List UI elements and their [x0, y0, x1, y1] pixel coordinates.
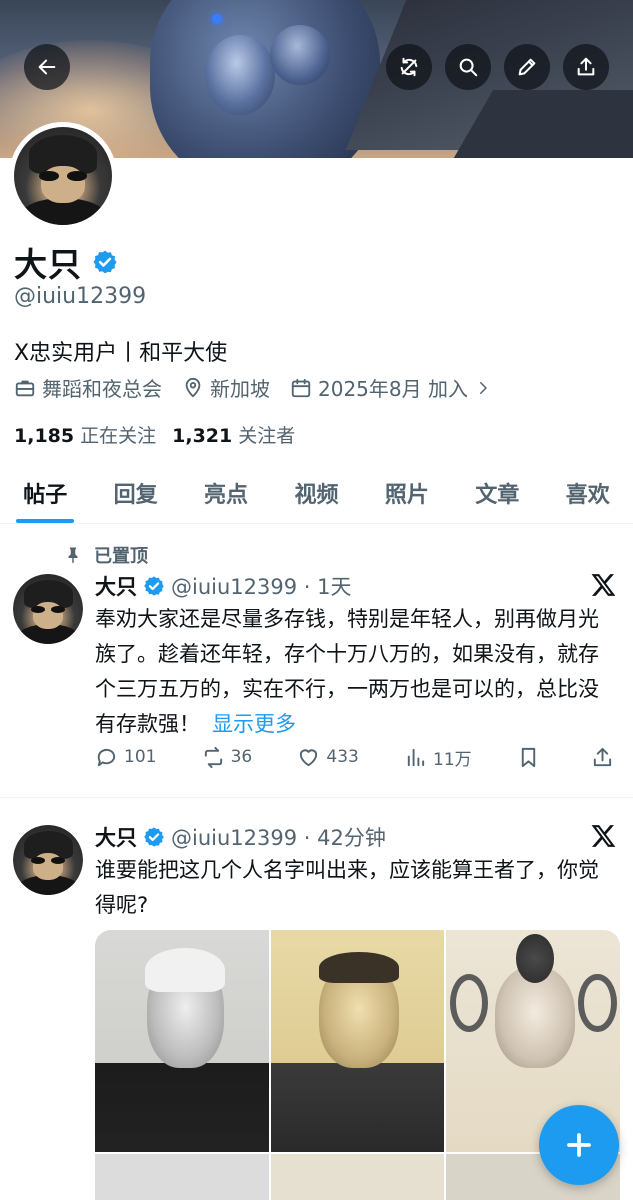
post-header: 大只 @iuiu12399 · 42分钟	[95, 822, 386, 852]
verified-badge-icon[interactable]	[92, 249, 118, 275]
banner-eye-right	[270, 25, 330, 85]
search-button[interactable]	[445, 44, 491, 90]
followers-label: 关注者	[238, 425, 296, 447]
profile-location-label: 新加坡	[210, 377, 270, 401]
profile-location: 新加坡	[182, 373, 270, 402]
show-more-link[interactable]: 显示更多	[212, 712, 296, 736]
post-avatar[interactable]	[13, 574, 83, 644]
x-logo-icon[interactable]	[591, 823, 617, 849]
banner-eye-left	[205, 35, 275, 115]
pinned-label: 已置顶	[94, 546, 148, 567]
repost-button[interactable]: 36	[202, 746, 253, 769]
tab-replies[interactable]: 回复	[90, 462, 180, 523]
profile-joined[interactable]: 2025年8月 加入	[290, 373, 492, 402]
profile-category-label: 舞蹈和夜总会	[42, 377, 162, 401]
verified-badge-icon	[144, 576, 164, 596]
avatar-image	[13, 825, 83, 895]
share-button[interactable]	[563, 44, 609, 90]
chevron-right-icon	[479, 381, 487, 394]
post-image-5[interactable]	[270, 1154, 445, 1200]
portrait-hair	[145, 947, 226, 993]
avatar-image	[14, 127, 112, 225]
post-divider	[0, 797, 633, 798]
location-pin-icon	[185, 377, 201, 397]
like-count: 433	[326, 747, 359, 767]
tab-likes[interactable]: 喜欢	[543, 462, 633, 523]
verified-badge-icon	[144, 827, 164, 847]
tab-highlights[interactable]: 亮点	[181, 462, 271, 523]
portrait-hair	[515, 934, 554, 984]
bookmark-icon	[521, 747, 536, 767]
back-button[interactable]	[24, 44, 70, 90]
followers-link[interactable]: 1,321 关注者	[172, 421, 295, 448]
post-text: 谁要能把这几个人名字叫出来，应该能算王者了，你觉得呢?	[95, 858, 599, 917]
x-logo-icon[interactable]	[591, 572, 617, 598]
compose-button[interactable]	[539, 1105, 619, 1185]
views-count: 11万	[433, 749, 472, 770]
portrait-hair-loop	[578, 974, 617, 1033]
post-header: 大只 @iuiu12399 · 1天	[95, 571, 351, 601]
avatar-glasses	[39, 171, 87, 181]
pin-icon	[68, 547, 78, 564]
repost-count: 36	[230, 747, 253, 767]
views-button[interactable]: 11万	[404, 745, 472, 770]
reply-count: 101	[124, 747, 157, 767]
following-label: 正在关注	[80, 425, 157, 447]
cycle-icon	[400, 57, 418, 77]
post-author-name[interactable]: 大只	[95, 822, 137, 852]
post-image-1[interactable]	[95, 930, 269, 1152]
post-text-content: 奉劝大家还是尽量多存钱，特别是年轻人，别再做月光族了。趁着还年轻，存个十万八万的…	[95, 607, 599, 736]
tab-posts[interactable]: 帖子	[0, 462, 90, 523]
profile-name: 大只	[14, 245, 82, 284]
avatar-glasses	[31, 605, 65, 613]
post-author-name[interactable]: 大只	[95, 571, 137, 601]
edit-pencil-icon	[518, 58, 536, 76]
edit-button[interactable]	[504, 44, 550, 90]
share-icon	[593, 747, 612, 766]
profile-tabs: 帖子 回复 亮点 视频 照片 文章 喜欢	[0, 462, 633, 524]
profile-category: 舞蹈和夜总会	[14, 373, 162, 402]
post-actions: 101 36 433 11万	[95, 740, 620, 774]
share-icon	[577, 57, 595, 76]
profile-bio: X忠实用户丨和平大使	[14, 341, 228, 366]
following-count: 1,185	[14, 425, 75, 447]
portrait-hair-loop	[449, 974, 488, 1033]
profile-joined-label: 2025年8月 加入	[318, 377, 468, 401]
briefcase-icon	[15, 380, 35, 396]
cycle-button[interactable]	[386, 44, 432, 90]
avatar-glasses	[31, 856, 65, 864]
avatar-image	[13, 574, 83, 644]
reply-button[interactable]: 101	[95, 746, 156, 769]
post-handle-time[interactable]: @iuiu12399 · 42分钟	[171, 822, 386, 852]
like-icon	[300, 748, 318, 766]
profile-handle: @iuiu12399	[14, 284, 147, 309]
tab-videos[interactable]: 视频	[271, 462, 361, 523]
repost-icon	[204, 746, 222, 768]
like-button[interactable]: 433	[297, 746, 359, 769]
reply-icon	[97, 748, 116, 766]
followers-count: 1,321	[172, 425, 233, 447]
post-handle-time[interactable]: @iuiu12399 · 1天	[171, 571, 351, 601]
post-image-2[interactable]	[270, 930, 445, 1152]
profile-avatar[interactable]	[9, 122, 117, 230]
following-link[interactable]: 1,185 正在关注	[14, 421, 156, 448]
post-image-4[interactable]	[95, 1154, 269, 1200]
follow-stats: 1,185 正在关注 1,321 关注者	[14, 421, 295, 448]
tab-articles[interactable]: 文章	[452, 462, 542, 523]
pinned-indicator: 已置顶	[64, 542, 148, 568]
back-arrow-icon	[38, 59, 56, 75]
views-icon	[407, 748, 425, 766]
post-text: 奉劝大家还是尽量多存钱，特别是年轻人，别再做月光族了。趁着还年轻，存个十万八万的…	[95, 602, 617, 742]
portrait-hair	[319, 952, 400, 984]
calendar-icon	[291, 378, 311, 397]
banner-light	[212, 14, 222, 24]
bookmark-button[interactable]	[517, 746, 546, 769]
profile-name-row: 大只	[14, 238, 118, 286]
post-avatar[interactable]	[13, 825, 83, 895]
post-share-button[interactable]	[591, 746, 620, 769]
search-icon	[459, 58, 478, 77]
plus-icon	[567, 1133, 591, 1157]
profile-meta: 舞蹈和夜总会 新加坡 2025年8月 加入	[14, 373, 512, 402]
tab-photos[interactable]: 照片	[362, 462, 452, 523]
